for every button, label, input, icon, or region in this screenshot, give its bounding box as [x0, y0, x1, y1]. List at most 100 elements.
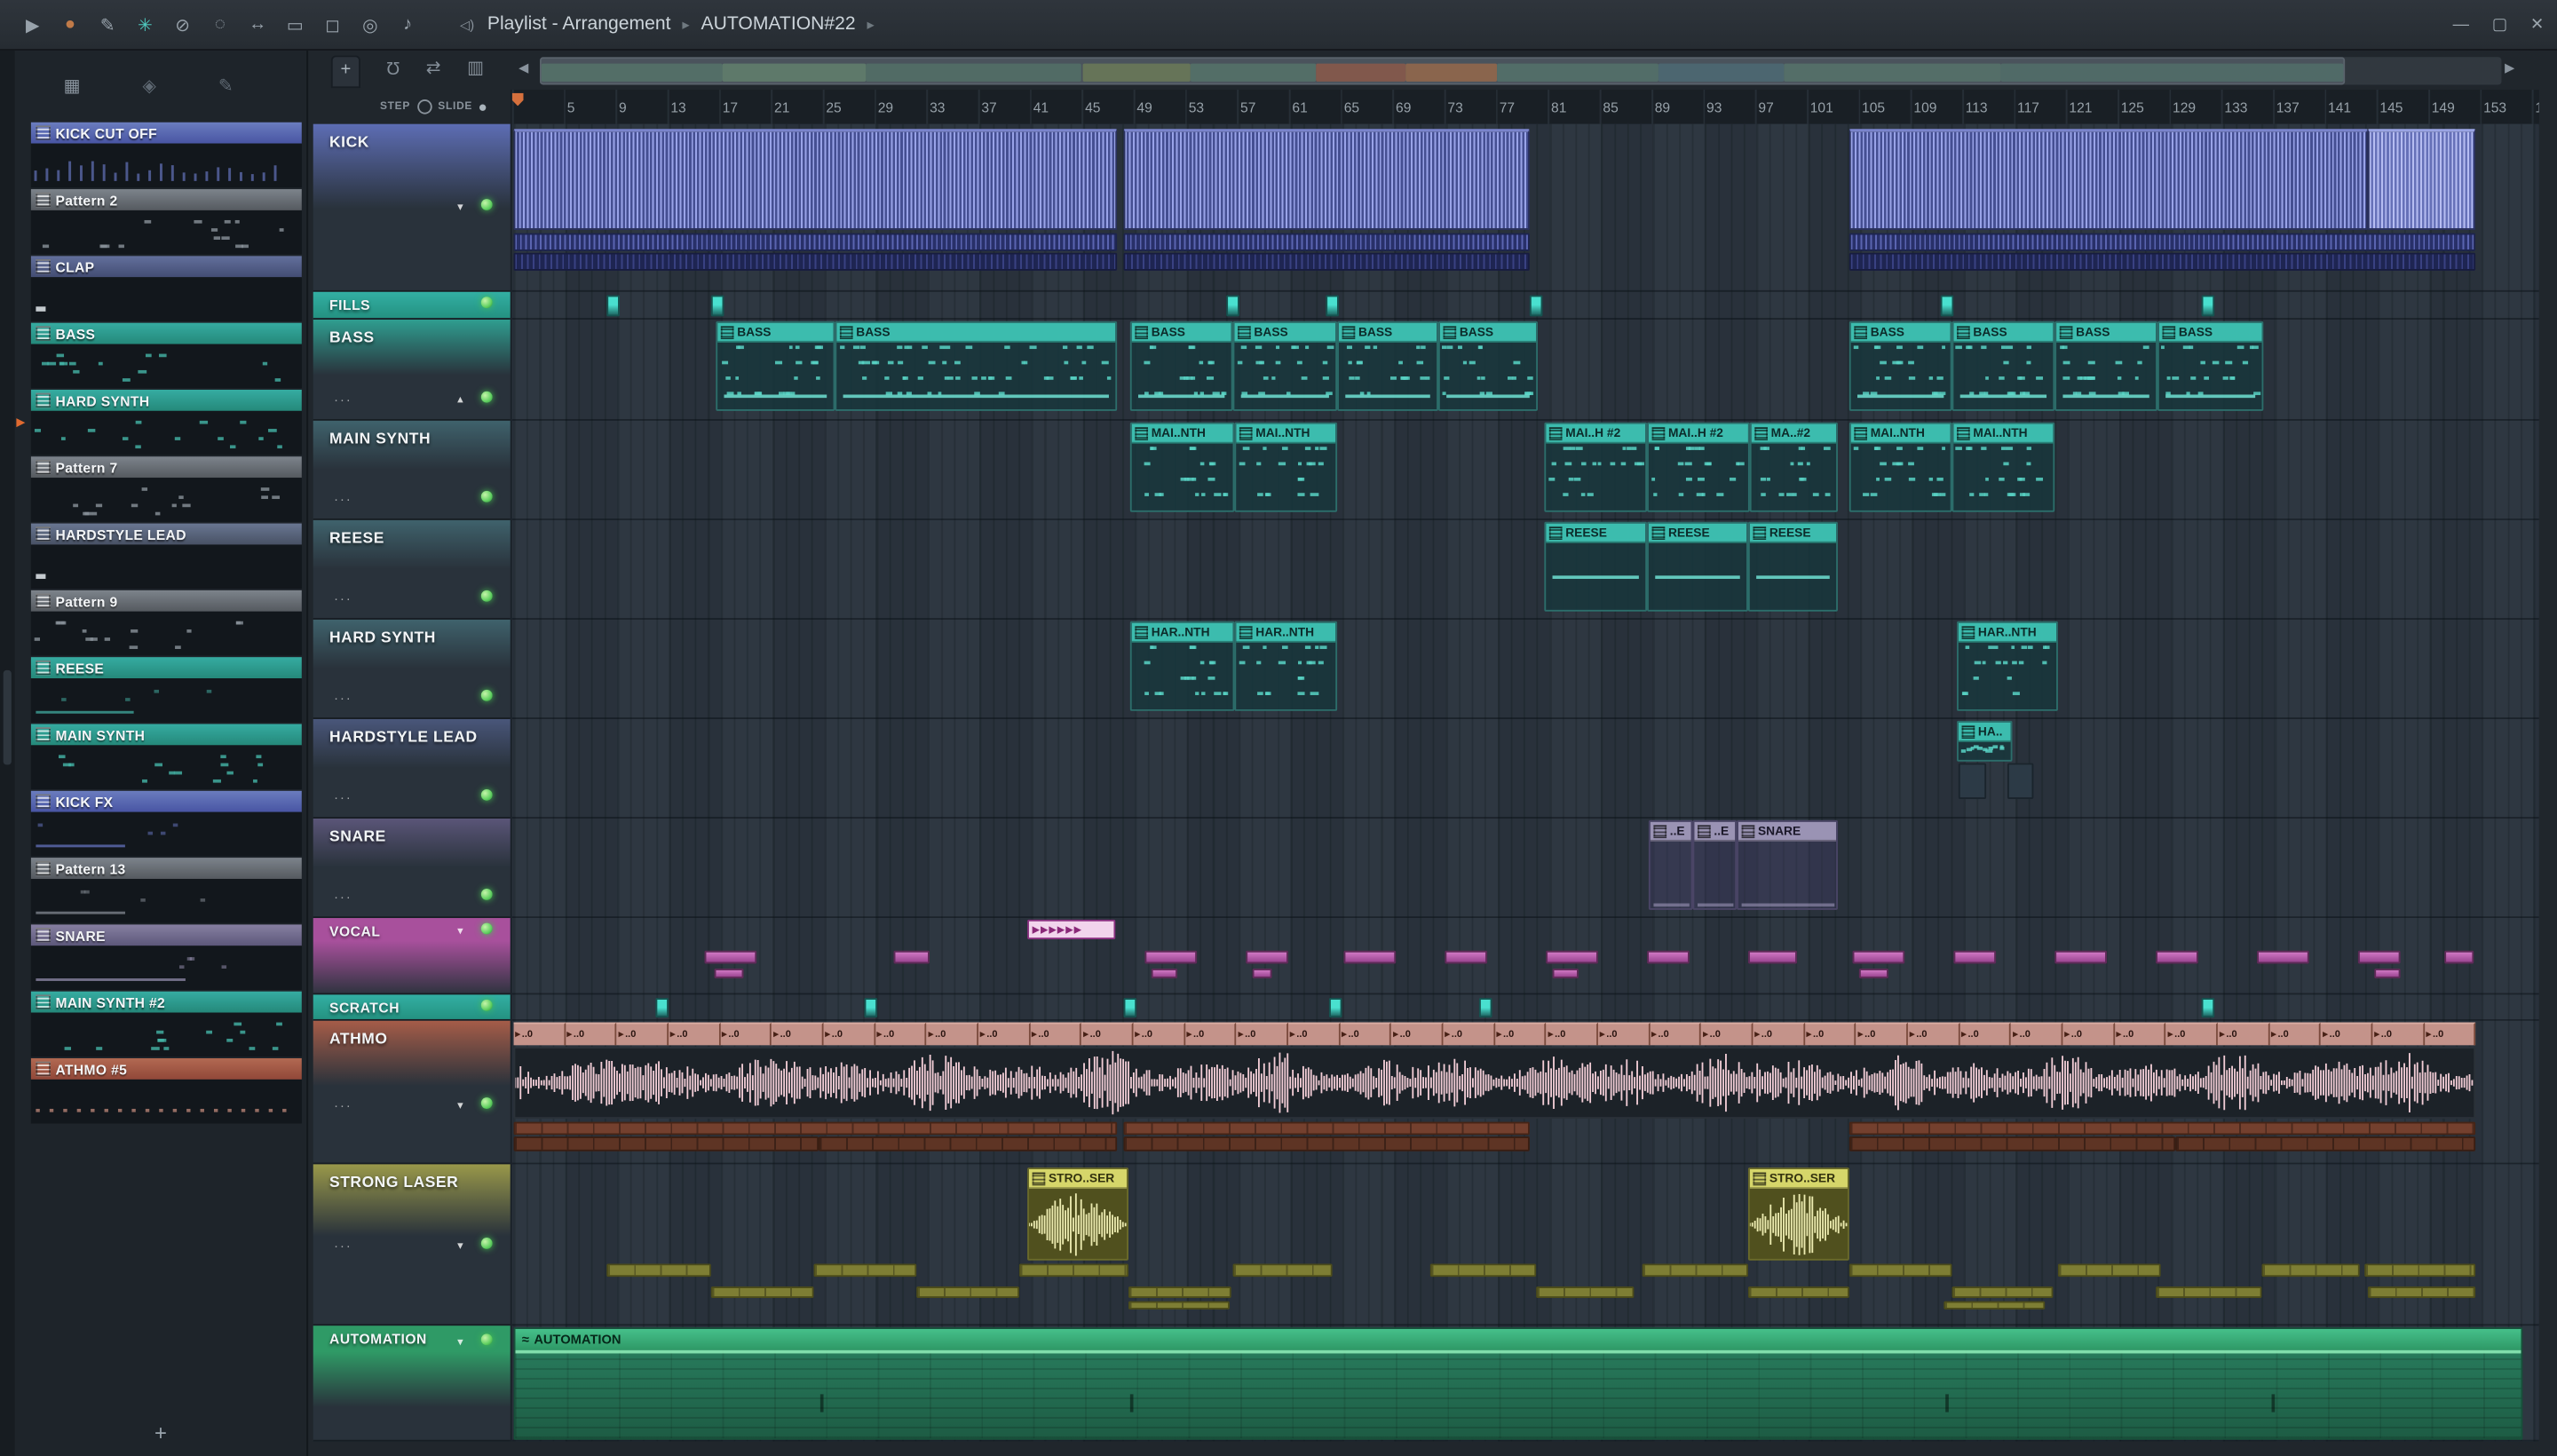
lane-fills[interactable]	[511, 292, 2539, 320]
clip-kick-sub[interactable]	[513, 252, 1118, 271]
clip-kick-pattern[interactable]	[513, 129, 1118, 230]
clip-athmo-mini[interactable]: ▸ ..0	[1908, 1022, 1960, 1046]
clip-athmo-sub[interactable]	[2175, 1136, 2476, 1151]
pattern-item[interactable]: REESE	[30, 657, 302, 723]
clip-scratch[interactable]	[655, 998, 669, 1018]
clip-kick-pattern[interactable]	[1848, 129, 2368, 230]
lane-bass[interactable]: BASS BASS BASS BASS BASS BASS BASS BASS BASS BASS	[511, 320, 2539, 421]
pattern-item[interactable]: HARDSTYLE LEAD	[30, 523, 302, 590]
clip-vocal[interactable]	[1747, 950, 1798, 964]
track-header-scratch[interactable]: SCRATCH	[313, 994, 511, 1021]
pattern-item[interactable]: HARD SYNTH ▶	[16, 389, 302, 455]
clip-main-synth[interactable]: MAI..NTH	[1129, 422, 1235, 512]
clip-athmo-sub[interactable]	[819, 1136, 1118, 1151]
clip-strong-laser-sub[interactable]	[2156, 1286, 2262, 1299]
clip-athmo-mini[interactable]: ▸ ..0	[513, 1022, 566, 1046]
select-icon[interactable]: ▭	[279, 14, 312, 35]
clip-vocal[interactable]	[2444, 950, 2474, 964]
clip-strong-laser-sub[interactable]	[606, 1263, 711, 1278]
clip-hardstyle-block[interactable]	[1958, 763, 1987, 799]
mute-led[interactable]	[480, 922, 493, 935]
clip-strong-laser-sub[interactable]	[813, 1263, 917, 1278]
lane-strong-laser[interactable]: STRO..SER STRO..SER	[511, 1164, 2539, 1326]
clip-fill[interactable]	[2201, 295, 2215, 317]
clip-athmo-mini[interactable]: ▸ ..0	[1598, 1022, 1651, 1046]
mute-led[interactable]	[480, 297, 493, 309]
clip-bass[interactable]: BASS	[2157, 320, 2264, 411]
scroll-right-button[interactable]: ▶	[2505, 60, 2514, 75]
clip-strong-laser-sub[interactable]	[1536, 1286, 1635, 1299]
pattern-item[interactable]: KICK CUT OFF	[30, 122, 302, 188]
scroll-left-button[interactable]: ◀	[519, 60, 528, 75]
pattern-item[interactable]: Pattern 2	[30, 189, 302, 255]
clip-vocal-selected[interactable]: ▶▶▶▶▶▶	[1027, 919, 1116, 939]
edit-icon[interactable]: ✎	[218, 75, 234, 95]
clip-athmo-mini[interactable]: ▸ ..0	[1030, 1022, 1082, 1046]
clip-fill[interactable]	[1529, 295, 1543, 317]
clip-athmo-mini[interactable]: ▸ ..0	[2269, 1022, 2322, 1046]
clip-kick-sub[interactable]	[1848, 233, 2476, 251]
mute-led[interactable]	[480, 490, 493, 502]
mute-led[interactable]	[480, 1097, 493, 1109]
clip-scratch[interactable]	[2201, 998, 2215, 1018]
left-scroll-thumb[interactable]	[3, 669, 12, 765]
clip-strong-laser-sub[interactable]	[1128, 1301, 1230, 1310]
mute-led[interactable]	[480, 999, 493, 1011]
clip-strong-laser-sub[interactable]	[1747, 1286, 1849, 1299]
clip-vocal[interactable]	[1151, 968, 1178, 979]
clip-athmo-mini[interactable]: ▸ ..0	[720, 1022, 772, 1046]
clip-athmo-audio[interactable]	[513, 1047, 2476, 1119]
clip-athmo-mini[interactable]: ▸ ..0	[1133, 1022, 1185, 1046]
marker-icon[interactable]: ▥	[467, 57, 484, 78]
track-header-reese[interactable]: REESE...	[313, 519, 511, 620]
clip-kick-pattern[interactable]	[2367, 129, 2476, 230]
lane-athmo[interactable]: ▸ ..0 ▸ ..0 ▸ ..0 ▸ ..0 ▸ ..0 ▸ ..0 ▸ ..0 ▸ ..0 ▸ ..0 ▸ ..0…	[511, 1021, 2539, 1165]
track-header-athmo[interactable]: ATHMO... ▾	[313, 1020, 511, 1165]
pattern-item[interactable]: Pattern 13	[30, 858, 302, 923]
clip-athmo-sub[interactable]	[1848, 1136, 2176, 1151]
clip-hardstyle-lead[interactable]: HA..	[1957, 720, 2013, 762]
clip-fill[interactable]	[606, 295, 620, 317]
track-header-fills[interactable]: FILLS	[313, 291, 511, 320]
draw-icon[interactable]: ✎	[91, 14, 124, 35]
clip-strong-laser-sub[interactable]	[2057, 1263, 2161, 1278]
clip-scratch[interactable]	[864, 998, 878, 1018]
slip-icon[interactable]: ↔	[241, 15, 274, 35]
step-toggle[interactable]	[416, 99, 431, 115]
track-header-main-synth[interactable]: MAIN SYNTH...	[313, 420, 511, 520]
clip-vocal[interactable]	[2374, 968, 2401, 979]
collapse-chevron-icon[interactable]: ▾	[457, 924, 463, 938]
clip-reese[interactable]: REESE	[1647, 521, 1748, 612]
clip-vocal[interactable]	[714, 968, 744, 979]
mute-led[interactable]	[480, 788, 493, 801]
clip-vocal[interactable]	[893, 950, 930, 964]
clip-snare[interactable]: ..E	[1648, 819, 1693, 910]
track-header-automation[interactable]: AUTOMATION ▾	[313, 1325, 511, 1442]
paint-icon[interactable]: ✳	[129, 14, 162, 35]
add-pattern-button[interactable]: +	[154, 1420, 167, 1445]
mute-led[interactable]	[480, 391, 493, 403]
clip-athmo-mini[interactable]: ▸ ..0	[565, 1022, 617, 1046]
grid-view-icon[interactable]: ▦	[64, 75, 81, 95]
clip-vocal[interactable]	[1445, 950, 1488, 964]
track-header-hard-synth[interactable]: HARD SYNTH...	[313, 619, 511, 719]
clip-scratch[interactable]	[1123, 998, 1137, 1018]
playlist-grid[interactable]: BASS BASS BASS BASS BASS BASS BASS BASS BASS BASS…	[510, 123, 2539, 1442]
clip-bass[interactable]: BASS	[716, 320, 835, 411]
clip-vocal[interactable]	[1252, 968, 1272, 979]
clip-kick-sub[interactable]	[513, 233, 1118, 251]
clip-main-synth[interactable]: MAI..H #2	[1544, 422, 1648, 512]
clip-fill[interactable]	[1226, 295, 1239, 317]
clip-hard-synth[interactable]: HAR..NTH	[1129, 621, 1235, 711]
zoom-icon[interactable]: ◻	[316, 14, 349, 35]
clip-strong-laser-sub[interactable]	[1951, 1286, 2054, 1299]
clip-hard-synth[interactable]: HAR..NTH	[1957, 621, 2058, 711]
mute-led[interactable]	[480, 689, 493, 701]
clip-athmo-mini[interactable]: ▸ ..0	[772, 1022, 824, 1046]
clip-bass[interactable]: BASS	[1951, 320, 2055, 411]
track-header-strong-laser[interactable]: STRONG LASER... ▾	[313, 1164, 511, 1326]
clip-athmo-sub[interactable]	[1123, 1121, 1530, 1136]
slide-tool-icon[interactable]: ⇄	[426, 57, 441, 78]
snap-magnet-icon[interactable]: Ω	[386, 57, 400, 78]
play-icon[interactable]: ▶	[16, 14, 49, 35]
